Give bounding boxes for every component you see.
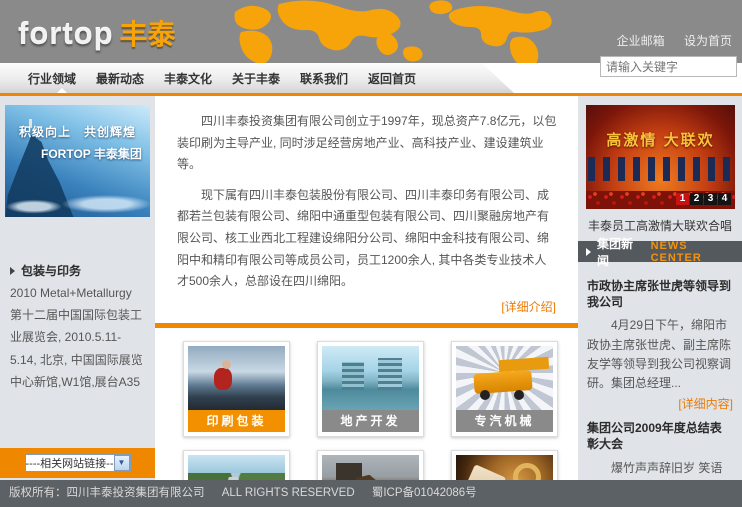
company-detail-link[interactable]: [详细介绍] [501,300,556,314]
sidebar-section-text: 2010 Metal+Metallurgy 第十二届中国国际包装工业展览会, 2… [10,282,146,393]
set-homepage-link[interactable]: 设为首页 [684,34,732,48]
news-title[interactable]: 集团公司2009年度总结表彰大会 [587,420,733,452]
left-sidebar: 积级向上 共创辉煌 FORTOP 丰泰集团 包装与印务 2010 Metal+M… [0,96,155,480]
arrow-bullet-icon [10,267,15,275]
news-item: 市政协主席张世虎等领导到我公司 4月29日下午，绵阳市政协主席张世虎、副主席陈友… [587,278,733,412]
tile-label: 印刷包装 [188,410,285,432]
photo-caption[interactable]: 丰泰员工高激情大联欢合唱 [578,217,742,234]
page-button-2[interactable]: 2 [690,193,703,205]
footer-icp: 蜀ICP备01042086号 [372,487,477,499]
related-links-select-value: ----相关网站链接---- [26,455,114,471]
printing-packaging-photo [188,346,285,410]
page-button-1[interactable]: 1 [676,193,689,205]
real-estate-photo [322,346,419,410]
news-header-en: NEWS CENTER [651,240,742,264]
main-column: 四川丰泰投资集团有限公司创立于1997年，现总资产7.8亿元，以包装印刷为主导产… [155,96,578,480]
performers-silhouettes [588,157,733,181]
footer: 版权所有：四川丰泰投资集团有限公司 ALL RIGHTS RESERVED 蜀I… [0,480,742,507]
news-photo[interactable]: 高激情 大联欢 1 2 3 4 [586,105,735,209]
sidebar-section-title: 包装与印务 [10,262,81,279]
world-map-graphic [183,0,603,63]
logo-cn-text: 丰泰 [120,19,176,50]
intro-paragraph-1: 四川丰泰投资集团有限公司创立于1997年，现总资产7.8亿元，以包装印刷为主导产… [177,111,558,176]
promo-brand: FORTOP 丰泰集团 [41,145,142,162]
tile-label: 地产开发 [322,410,419,432]
page: fortop丰泰 企业邮箱 设为首页 行业领域 最新动态 丰泰文化 关于丰泰 联… [0,0,742,507]
main-navigation: 行业领域 最新动态 丰泰文化 关于丰泰 联系我们 返回首页 [0,63,514,93]
company-intro: 四川丰泰投资集团有限公司创立于1997年，现总资产7.8亿元，以包装印刷为主导产… [155,96,578,293]
tile-real-estate[interactable]: 地产开发 [317,341,424,437]
nav-item-contact[interactable]: 联系我们 [300,70,348,87]
header-links: 企业邮箱 设为首页 [601,32,732,49]
promo-slogan: 积级向上 共创辉煌 [5,123,150,140]
arrow-bullet-icon [586,248,591,256]
search-box [600,56,737,77]
nav-item-about[interactable]: 关于丰泰 [232,70,280,87]
nav-item-news[interactable]: 最新动态 [96,70,144,87]
news-more-link[interactable]: [详细内容] [678,397,733,411]
special-vehicles-photo [456,346,553,410]
stage-banner-text: 高激情 大联欢 [586,129,735,150]
related-links-bar: ----相关网站链接---- ▼ [0,448,155,478]
logo-en-text: fortop [18,16,114,51]
promo-banner-image[interactable]: 积级向上 共创辉煌 FORTOP 丰泰集团 [5,105,150,217]
related-links-select[interactable]: ----相关网站链接---- ▼ [25,454,131,472]
chevron-down-icon[interactable]: ▼ [114,455,130,471]
page-button-4[interactable]: 4 [718,193,731,205]
nav-item-home[interactable]: 返回首页 [368,70,416,87]
detail-link-row: [详细介绍] [155,298,578,315]
photo-pagination: 1 2 3 4 [675,193,731,205]
news-body: 4月29日下午，绵阳市政协主席张世虎、副主席陈友学等领导到我公司视察调研。集团总… [587,316,733,393]
nav-item-culture[interactable]: 丰泰文化 [164,70,212,87]
tile-printing-packaging[interactable]: 印刷包装 [183,341,290,437]
news-section-header: 集团新闻 NEWS CENTER [578,241,742,262]
tile-label: 专汽机械 [456,410,553,432]
tile-special-vehicles[interactable]: 专汽机械 [451,341,558,437]
content-area: 积级向上 共创辉煌 FORTOP 丰泰集团 包装与印务 2010 Metal+M… [0,96,742,480]
right-sidebar: 高激情 大联欢 1 2 3 4 丰泰员工高激情大联欢合唱 集团新闻 NEWS C… [578,96,742,480]
logo[interactable]: fortop丰泰 [18,13,176,53]
header: fortop丰泰 企业邮箱 设为首页 [0,0,742,63]
page-button-3[interactable]: 3 [704,193,717,205]
footer-rights: ALL RIGHTS RESERVED [222,487,355,499]
corporate-mail-link[interactable]: 企业邮箱 [617,34,665,48]
news-list: 市政协主席张世虎等领导到我公司 4月29日下午，绵阳市政协主席张世虎、副主席陈友… [578,262,742,507]
search-input[interactable] [601,60,742,74]
news-title[interactable]: 市政协主席张世虎等领导到我公司 [587,278,733,310]
nav-item-industry[interactable]: 行业领域 [28,70,76,87]
intro-paragraph-2: 现下属有四川丰泰包装股份有限公司、四川丰泰印务有限公司、成都若兰包装有限公司、绵… [177,185,558,293]
footer-copyright: 版权所有：四川丰泰投资集团有限公司 [9,487,205,499]
